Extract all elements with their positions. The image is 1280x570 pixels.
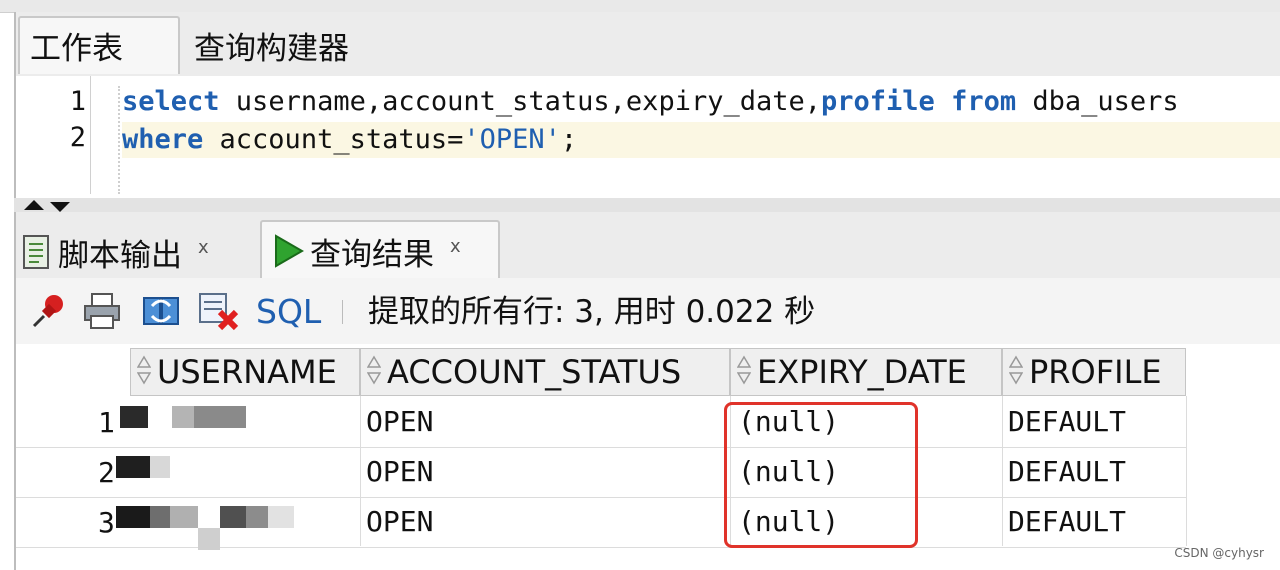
close-icon[interactable]: x xyxy=(198,231,209,265)
column-header-label: ACCOUNT_STATUS xyxy=(387,353,682,391)
tab-query-result-label: 查询结果 xyxy=(310,236,434,273)
sql-text: ; xyxy=(560,124,578,155)
cell-profile: DEFAULT xyxy=(1008,405,1127,438)
annotation-highlight-box xyxy=(724,402,918,548)
sql-keyword: from xyxy=(951,86,1017,117)
result-toolbar: SQL 提取的所有行: 3, 用时 0.022 秒 xyxy=(14,278,1280,344)
row-number: 1 xyxy=(98,406,115,439)
cell-profile: DEFAULT xyxy=(1008,455,1127,488)
sql-link[interactable]: SQL xyxy=(256,292,321,332)
table-row[interactable]: 1 OPEN (null) DEFAULT xyxy=(16,398,1186,448)
fetch-status: 提取的所有行: 3, 用时 0.022 秒 xyxy=(368,294,816,330)
column-header-account-status[interactable]: ACCOUNT_STATUS xyxy=(360,348,730,396)
pane-splitter[interactable] xyxy=(14,198,1280,212)
table-row[interactable]: 2 OPEN (null) DEFAULT xyxy=(16,448,1186,498)
line-number: 1 xyxy=(69,86,86,117)
tab-worksheet[interactable]: 工作表 xyxy=(18,16,180,74)
collapse-up-icon[interactable] xyxy=(24,200,44,210)
tab-worksheet-label: 工作表 xyxy=(30,31,123,67)
sql-keyword: where xyxy=(122,124,204,155)
line-number-gutter: 1 2 xyxy=(16,76,91,194)
worksheet-tab-bar: 工作表 查询构建器 xyxy=(14,12,1280,76)
refresh-icon[interactable] xyxy=(140,292,182,334)
sql-text: dba_users xyxy=(1016,86,1179,117)
table-row[interactable]: 3 OPEN (null) DEFAULT xyxy=(16,498,1186,550)
column-header-username[interactable]: USERNAME xyxy=(130,348,360,396)
cell-account-status: OPEN xyxy=(366,455,434,488)
script-document-icon xyxy=(22,234,52,277)
gutter-divider xyxy=(118,86,121,194)
tab-query-result[interactable]: 查询结果 x xyxy=(260,220,500,278)
tab-script-output-label: 脚本输出 xyxy=(58,237,182,274)
code-line-2[interactable]: where account_status='OPEN'; xyxy=(122,122,1280,158)
run-play-icon xyxy=(272,234,305,275)
sort-icon xyxy=(136,351,152,397)
column-divider xyxy=(1186,396,1187,546)
clear-icon[interactable] xyxy=(198,292,240,336)
collapse-down-icon[interactable] xyxy=(50,202,70,212)
column-header-expiry-date[interactable]: EXPIRY_DATE xyxy=(730,348,1002,396)
line-number: 2 xyxy=(69,122,86,153)
column-header-label: PROFILE xyxy=(1029,353,1162,391)
close-icon[interactable]: x xyxy=(450,230,461,264)
column-header-profile[interactable]: PROFILE xyxy=(1002,348,1186,396)
results-grid: USERNAME ACCOUNT_STATUS EXPIRY_DATE PROF… xyxy=(14,344,1280,570)
column-header-label: USERNAME xyxy=(157,353,337,391)
column-header-label: EXPIRY_DATE xyxy=(757,353,967,391)
tab-query-builder[interactable]: 查询构建器 xyxy=(194,32,349,66)
sql-keyword: select xyxy=(122,86,220,117)
toolbar-divider xyxy=(342,300,343,324)
cell-account-status: OPEN xyxy=(366,505,434,538)
sort-icon xyxy=(366,351,382,397)
tab-query-builder-label: 查询构建器 xyxy=(194,31,349,67)
sort-icon xyxy=(1008,351,1024,397)
sql-editor[interactable]: 1 2 select username,account_status,expir… xyxy=(14,76,1280,200)
row-number: 3 xyxy=(98,506,115,539)
tab-script-output[interactable]: 脚本输出 x xyxy=(22,220,209,278)
row-number: 2 xyxy=(98,456,115,489)
sort-icon xyxy=(736,351,752,397)
sql-keyword: profile xyxy=(821,86,935,117)
sql-text: account_status= xyxy=(203,124,464,155)
cell-profile: DEFAULT xyxy=(1008,505,1127,538)
output-tab-bar: 脚本输出 x 查询结果 x xyxy=(14,212,1280,278)
sql-string: 'OPEN' xyxy=(463,124,561,155)
sql-text: username,account_status,expiry_date, xyxy=(219,86,821,117)
cell-account-status: OPEN xyxy=(366,405,434,438)
watermark: CSDN @cyhysr xyxy=(1174,546,1264,560)
code-line-1[interactable]: select username,account_status,expiry_da… xyxy=(122,84,1280,120)
print-icon[interactable] xyxy=(82,292,122,334)
pin-icon[interactable] xyxy=(30,292,68,334)
